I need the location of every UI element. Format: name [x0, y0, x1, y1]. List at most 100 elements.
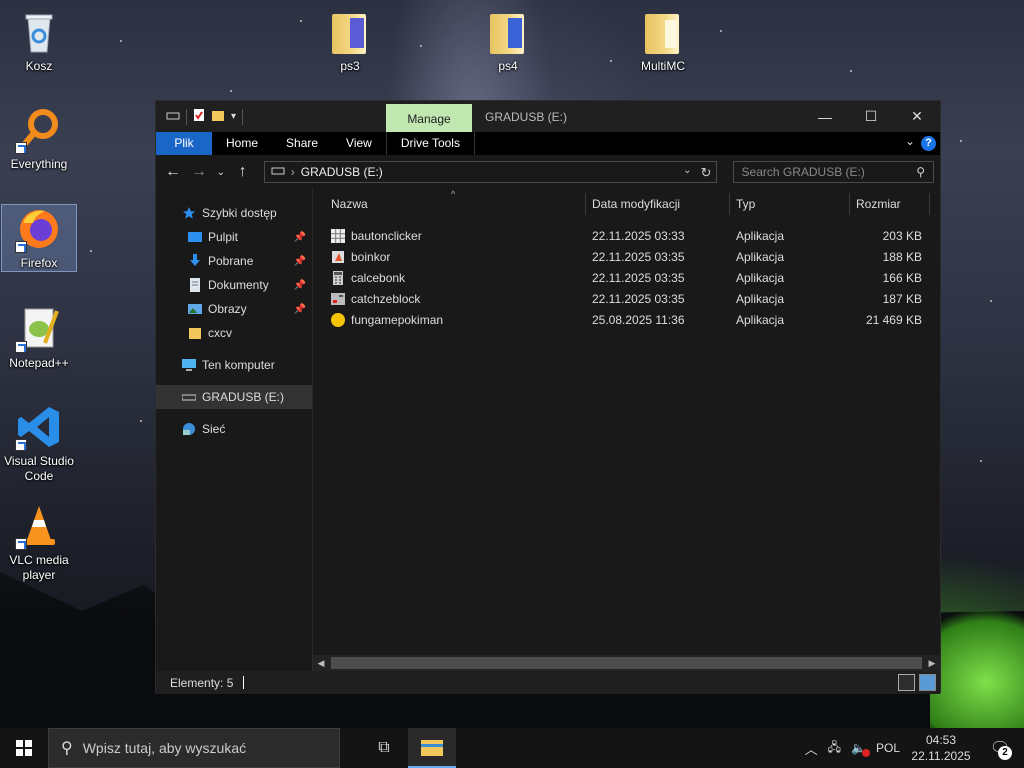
yellow-circle-icon	[331, 312, 345, 327]
properties-icon[interactable]	[193, 108, 205, 125]
folder-icon	[326, 8, 374, 56]
show-hidden-icons-icon[interactable]: ︿	[805, 739, 818, 758]
horizontal-scrollbar[interactable]: ◀ ▶	[313, 655, 940, 671]
minimize-icon[interactable]: —	[802, 101, 848, 132]
desktop-folder-icon	[188, 232, 202, 242]
tab-home[interactable]: Home	[212, 132, 272, 155]
scroll-left-icon[interactable]: ◀	[313, 658, 329, 669]
recent-locations-icon[interactable]: ⌄	[214, 167, 228, 178]
desktop-icon-vscode[interactable]: Visual Studio Code	[1, 403, 77, 484]
sidebar-item-label: Ten komputer	[202, 358, 275, 372]
help-icon[interactable]: ?	[921, 136, 936, 151]
tab-file[interactable]: Plik	[156, 132, 212, 155]
sidebar-item-label: Pobrane	[208, 254, 254, 268]
file-size: 21 469 KB	[865, 312, 922, 327]
pin-icon[interactable]: 📌	[294, 256, 306, 267]
details-view-icon[interactable]	[898, 674, 915, 691]
sidebar-item-label: Dokumenty	[208, 278, 269, 292]
expand-ribbon-icon[interactable]: ⌄	[905, 134, 915, 148]
taskbar-search-box[interactable]: ⚲ Wpisz tutaj, aby wyszukać	[48, 728, 340, 768]
tab-view[interactable]: View	[332, 132, 386, 155]
folder-icon	[639, 8, 687, 56]
file-row[interactable]: calcebonk 22.11.2025 03:35 Aplikacja 166…	[313, 267, 940, 288]
sidebar-item-downloads[interactable]: Pobrane 📌	[156, 249, 312, 273]
search-input[interactable]: Search GRADUSB (E:)	[742, 165, 865, 179]
file-date: 22.11.2025 03:33	[592, 228, 685, 243]
column-header-date[interactable]: Data modyfikacji	[586, 192, 730, 215]
clock-date: 22.11.2025	[911, 749, 971, 763]
forward-arrow-icon[interactable]: →	[188, 163, 210, 181]
address-dropdown-icon[interactable]: ⌄	[683, 165, 691, 176]
desktop-icon-notepad-plus-plus[interactable]: Notepad++	[1, 305, 77, 371]
address-bar[interactable]: › GRADUSB (E:) ⌄ ↻	[263, 161, 717, 183]
back-arrow-icon[interactable]: ←	[162, 163, 184, 181]
file-date: 22.11.2025 03:35	[592, 270, 685, 285]
clock[interactable]: 04:53 22.11.2025	[910, 732, 972, 764]
pin-icon[interactable]: 📌	[294, 232, 306, 243]
desktop-icon-vlc[interactable]: VLC media player	[1, 502, 77, 583]
volume-muted-icon[interactable]: 🔈	[851, 741, 870, 757]
sidebar-item-this-pc[interactable]: Ten komputer	[156, 353, 312, 377]
large-icons-view-icon[interactable]	[919, 674, 936, 691]
scrollbar-thumb[interactable]	[331, 657, 922, 669]
sidebar-item-network[interactable]: Sieć	[156, 417, 312, 441]
sidebar-item-documents[interactable]: Dokumenty 📌	[156, 273, 312, 297]
search-icon: ⚲	[61, 740, 73, 757]
desktop-icon-label: Kosz	[25, 59, 53, 73]
start-button[interactable]	[0, 728, 48, 768]
sidebar-item-quick-access[interactable]: Szybki dostęp	[156, 201, 312, 225]
scroll-right-icon[interactable]: ▶	[924, 658, 940, 669]
search-box[interactable]: Search GRADUSB (E:) ⚲	[732, 161, 934, 183]
system-tray: ︿ 🖧 🔈 POL 04:53 22.11.2025 🗨 2	[805, 728, 1024, 768]
folder-icon	[484, 8, 532, 56]
breadcrumb-drive[interactable]: GRADUSB (E:)	[301, 165, 383, 179]
customize-qat-icon[interactable]: ▾	[231, 111, 236, 122]
refresh-icon[interactable]: ↻	[701, 165, 712, 181]
column-header-name[interactable]: Nazwa	[313, 192, 586, 215]
desktop-icon-label: Notepad++	[9, 356, 69, 370]
drive-icon	[166, 110, 180, 124]
tab-share[interactable]: Share	[272, 132, 332, 155]
file-row[interactable]: boinkor 22.11.2025 03:35 Aplikacja 188 K…	[313, 246, 940, 267]
shortcut-arrow-icon	[15, 142, 27, 154]
pin-icon[interactable]: 📌	[294, 280, 306, 291]
tab-drive-tools[interactable]: Drive Tools	[385, 132, 475, 155]
language-indicator[interactable]: POL	[876, 741, 900, 755]
main-pane: Szybki dostęp Pulpit 📌 Pobrane 📌 Dokumen…	[156, 189, 940, 671]
desktop-icon-ps4[interactable]: ps4	[470, 8, 546, 74]
sidebar-item-desktop[interactable]: Pulpit 📌	[156, 225, 312, 249]
file-row[interactable]: bautonclicker 22.11.2025 03:33 Aplikacja…	[313, 225, 940, 246]
sidebar-item-pictures[interactable]: Obrazy 📌	[156, 297, 312, 321]
action-center-button[interactable]: 🗨 2	[982, 728, 1018, 768]
desktop-icon-label: Visual Studio Code	[4, 454, 74, 483]
network-status-icon[interactable]: 🖧	[828, 738, 841, 759]
sidebar-item-gradusb[interactable]: GRADUSB (E:)	[156, 385, 312, 409]
calculator-icon	[333, 270, 343, 285]
desktop-icon-recycle-bin[interactable]: Kosz	[1, 8, 77, 74]
file-type: Aplikacja	[736, 249, 785, 264]
sidebar-item-cxcv[interactable]: cxcv	[156, 321, 312, 345]
desktop-icon-firefox[interactable]: Firefox	[1, 204, 77, 272]
file-row[interactable]: fungamepokiman 25.08.2025 11:36 Aplikacj…	[313, 309, 940, 330]
desktop-icon-multimc[interactable]: MultiMC	[625, 8, 701, 74]
desktop-icon-everything[interactable]: Everything	[1, 106, 77, 172]
tab-manage[interactable]: Manage	[386, 104, 472, 132]
maximize-icon[interactable]: ☐	[848, 101, 894, 132]
up-arrow-icon[interactable]: ↑	[232, 163, 254, 181]
column-header-type[interactable]: Typ	[730, 192, 850, 215]
status-divider	[243, 676, 245, 689]
search-icon[interactable]: ⚲	[916, 165, 925, 179]
desktop-icon-ps3[interactable]: ps3	[312, 8, 388, 74]
file-name: fungamepokiman	[351, 312, 444, 327]
close-icon[interactable]: ✕	[894, 101, 940, 132]
column-header-size[interactable]: Rozmiar	[850, 192, 930, 215]
navigation-bar: ← → ⌄ ↑ › GRADUSB (E:) ⌄ ↻ Search GRADUS…	[156, 155, 940, 189]
new-folder-icon[interactable]	[211, 108, 225, 125]
pin-icon[interactable]: 📌	[294, 304, 306, 315]
task-view-icon[interactable]: ⧉	[360, 728, 408, 768]
file-row[interactable]: catchzeblock 22.11.2025 03:35 Aplikacja …	[313, 288, 940, 309]
taskbar-search-input[interactable]: Wpisz tutaj, aby wyszukać	[83, 740, 246, 756]
taskbar: ⚲ Wpisz tutaj, aby wyszukać ⧉ ︿ 🖧 🔈 POL …	[0, 728, 1024, 768]
taskbar-file-explorer[interactable]	[408, 728, 456, 768]
sidebar-item-label: GRADUSB (E:)	[202, 390, 285, 404]
